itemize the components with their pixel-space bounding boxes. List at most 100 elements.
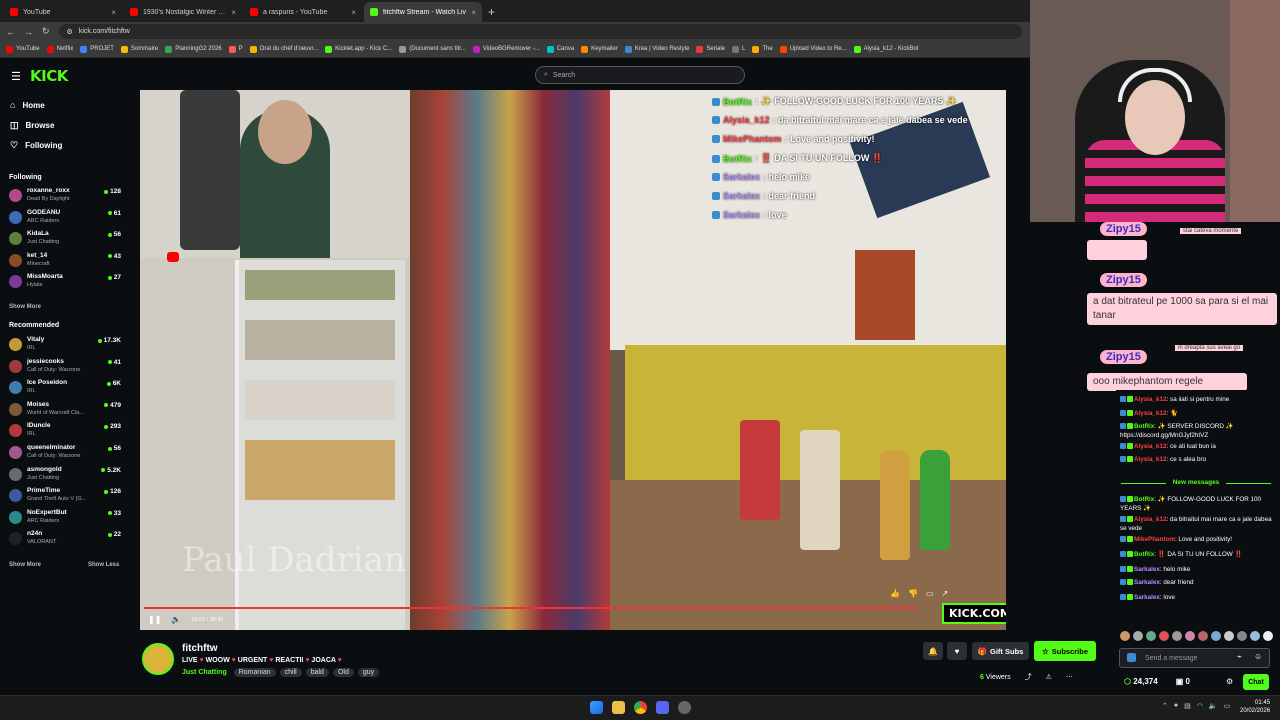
back-icon[interactable]: ← bbox=[6, 27, 15, 37]
channel-avatar[interactable] bbox=[142, 643, 174, 675]
sidebar-channel[interactable]: MissMoarta Hytale 27 bbox=[9, 272, 121, 292]
share-icon[interactable]: ↗ bbox=[942, 589, 949, 598]
close-tab-icon[interactable]: × bbox=[351, 8, 356, 17]
show-more-following[interactable]: Show More bbox=[9, 304, 41, 310]
chat-input[interactable]: Send a message bbox=[1119, 648, 1270, 668]
channel-name[interactable]: fitchftw bbox=[182, 643, 218, 654]
show-less-recommended[interactable]: Show Less bbox=[88, 562, 119, 568]
chat-username[interactable]: Alysia_k12 bbox=[1134, 516, 1167, 523]
emote-icon[interactable] bbox=[1185, 631, 1195, 641]
bookmark-item[interactable]: Canva bbox=[546, 45, 574, 53]
browser-tab[interactable]: fitchftw Stream - Watch Liv × bbox=[364, 2, 482, 22]
taskbar-clock[interactable]: 01:45 20/02/2026 bbox=[1240, 699, 1270, 715]
new-messages-divider[interactable]: New messages bbox=[1116, 479, 1276, 486]
reload-icon[interactable]: ↻ bbox=[42, 26, 50, 37]
chat-username[interactable]: Sarkalex bbox=[1134, 579, 1160, 586]
sidebar-channel[interactable]: asmongold Just Chatting 5.2K bbox=[9, 465, 121, 485]
chat-username[interactable]: Alysia_k12 bbox=[1134, 396, 1167, 403]
bookmark-item[interactable]: Alysia_k12 - KickBot bbox=[853, 45, 918, 53]
tag-chip[interactable]: Romanian bbox=[233, 668, 276, 677]
volume-icon[interactable]: 🔈 bbox=[171, 615, 181, 624]
sidebar-channel[interactable]: jessiecooks Call of Duty: Warzone 41 bbox=[9, 357, 121, 377]
chat-username[interactable]: MikePhantom bbox=[1134, 536, 1175, 543]
category-link[interactable]: Just Chatting bbox=[182, 669, 227, 676]
search-input[interactable]: ⌕ Search bbox=[535, 66, 745, 84]
sidebar-channel[interactable]: NoExpertBut ARC Raiders 33 bbox=[9, 508, 121, 528]
chat-sub-badge-icon[interactable] bbox=[1127, 653, 1136, 662]
sidebar-channel[interactable]: KidaLa Just Chatting 56 bbox=[9, 229, 121, 249]
command-icon[interactable]: ⌁ bbox=[1237, 652, 1242, 661]
chrome-icon[interactable] bbox=[634, 701, 647, 714]
sidebar-channel[interactable]: queenelminator Call of Duty: Warzone 56 bbox=[9, 443, 121, 463]
browser-tab[interactable]: 1930's Nostalgic Winter Jazz Pl × bbox=[124, 2, 242, 22]
chat-username[interactable]: Alysia_k12 bbox=[1134, 456, 1167, 463]
tag-chip[interactable]: chill bbox=[279, 668, 302, 677]
more-options-icon[interactable]: ⋯ bbox=[1066, 673, 1073, 681]
subscribe-button[interactable]: ☆ Subscribe bbox=[1034, 641, 1096, 661]
bookmark-item[interactable]: VideoBGRemover -... bbox=[472, 45, 540, 53]
volume-icon[interactable]: 🔈 bbox=[1209, 702, 1218, 710]
url-field[interactable]: ⚙ kick.com/fitchftw bbox=[58, 24, 1022, 39]
pause-icon[interactable]: ❚❚ bbox=[148, 615, 161, 624]
close-tab-icon[interactable]: × bbox=[231, 8, 236, 17]
network-icon[interactable]: ▤ bbox=[1184, 702, 1191, 710]
settings-icon[interactable] bbox=[678, 701, 691, 714]
sidebar-channel[interactable]: roxanne_roxx Dead By Daylight 128 bbox=[9, 186, 121, 206]
bookmark-item[interactable]: P bbox=[228, 45, 243, 53]
sidebar-channel[interactable]: n24n VALORANT 22 bbox=[9, 529, 121, 549]
emote-icon[interactable] bbox=[1133, 631, 1143, 641]
bookmark-item[interactable]: YouTube bbox=[6, 45, 40, 53]
battery-icon[interactable]: ▭ bbox=[1224, 702, 1231, 710]
show-more-recommended[interactable]: Show More bbox=[9, 562, 41, 568]
emote-icon[interactable] bbox=[1198, 631, 1208, 641]
bookmark-item[interactable]: The bbox=[752, 45, 773, 53]
close-tab-icon[interactable]: × bbox=[471, 8, 476, 17]
nav-following[interactable]: ♡ Following bbox=[10, 140, 62, 151]
browser-tab[interactable]: a raspuns - YouTube × bbox=[244, 2, 362, 22]
bookmark-item[interactable]: Keymailer bbox=[581, 45, 618, 53]
chat-username[interactable]: BotRix bbox=[1134, 551, 1154, 558]
report-icon[interactable]: ⚠ bbox=[1046, 673, 1052, 681]
bookmark-item[interactable]: Seriale bbox=[696, 45, 725, 53]
gift-subs-button[interactable]: 🎁 Gift Subs bbox=[972, 642, 1029, 660]
bookmark-item[interactable]: L bbox=[732, 45, 745, 53]
windows-start-icon[interactable] bbox=[590, 701, 603, 714]
sidebar-channel[interactable]: Moises World of Warcraft Cla... 479 bbox=[9, 400, 121, 420]
sidebar-channel[interactable]: PrimeTime Grand Theft Auto V (G... 126 bbox=[9, 486, 121, 506]
bookmark-item[interactable]: Oral du chef d'oeuvr... bbox=[249, 45, 318, 53]
site-info-icon[interactable]: ⚙ bbox=[67, 28, 73, 36]
like-icon[interactable]: 👍 bbox=[890, 589, 900, 598]
bookmark-item[interactable]: Sommaire bbox=[120, 45, 158, 53]
bookmark-item[interactable]: Krea | Video Restyle bbox=[624, 45, 689, 53]
new-tab-icon[interactable]: + bbox=[488, 2, 495, 22]
dislike-icon[interactable]: 👎 bbox=[908, 589, 918, 598]
sidebar-channel[interactable]: GODEANU ARC Raiders 61 bbox=[9, 208, 121, 228]
tray-app-icon[interactable]: ● bbox=[1174, 702, 1178, 710]
chat-username[interactable]: Alysia_k12 bbox=[1134, 410, 1167, 417]
chat-username[interactable]: Alysia_k12 bbox=[1134, 443, 1167, 450]
kick-logo[interactable]: KICK bbox=[30, 67, 68, 85]
video-player[interactable]: Paul Dadrian BotRix: ✨ FOLLOW-GOOD LUCK … bbox=[140, 90, 1006, 630]
bookmark-item[interactable]: Kicklet.app - Kick C... bbox=[325, 45, 392, 53]
browser-tab[interactable]: YouTube × bbox=[4, 2, 122, 22]
sidebar-channel[interactable]: Ice Poseidon IRL 6K bbox=[9, 378, 121, 398]
emote-icon[interactable] bbox=[1224, 631, 1234, 641]
chat-username[interactable]: BotRix bbox=[1134, 496, 1154, 503]
menu-icon[interactable]: ☰ bbox=[11, 70, 21, 83]
notification-bell-button[interactable]: 🔔 bbox=[923, 642, 943, 660]
emote-icon[interactable] bbox=[1250, 631, 1260, 641]
nav-home[interactable]: ⌂ Home bbox=[10, 100, 45, 110]
emote-icon[interactable] bbox=[1237, 631, 1247, 641]
chat-username[interactable]: Sarkalex bbox=[1134, 594, 1160, 601]
sidebar-channel[interactable]: ket_14 Minecraft 43 bbox=[9, 251, 121, 271]
emote-icon[interactable] bbox=[1120, 631, 1130, 641]
forward-icon[interactable]: → bbox=[24, 27, 33, 37]
share-icon[interactable]: ⤴ bbox=[1025, 672, 1032, 682]
emote-icon[interactable] bbox=[1211, 631, 1221, 641]
captions-icon[interactable]: ▭ bbox=[926, 589, 934, 598]
tag-chip[interactable]: guy bbox=[357, 668, 380, 677]
bookmark-item[interactable]: PlanningG2 2026 bbox=[165, 45, 222, 53]
tag-chip[interactable]: bald bbox=[305, 668, 329, 677]
chat-send-button[interactable]: Chat bbox=[1243, 674, 1269, 690]
discord-icon[interactable] bbox=[656, 701, 669, 714]
